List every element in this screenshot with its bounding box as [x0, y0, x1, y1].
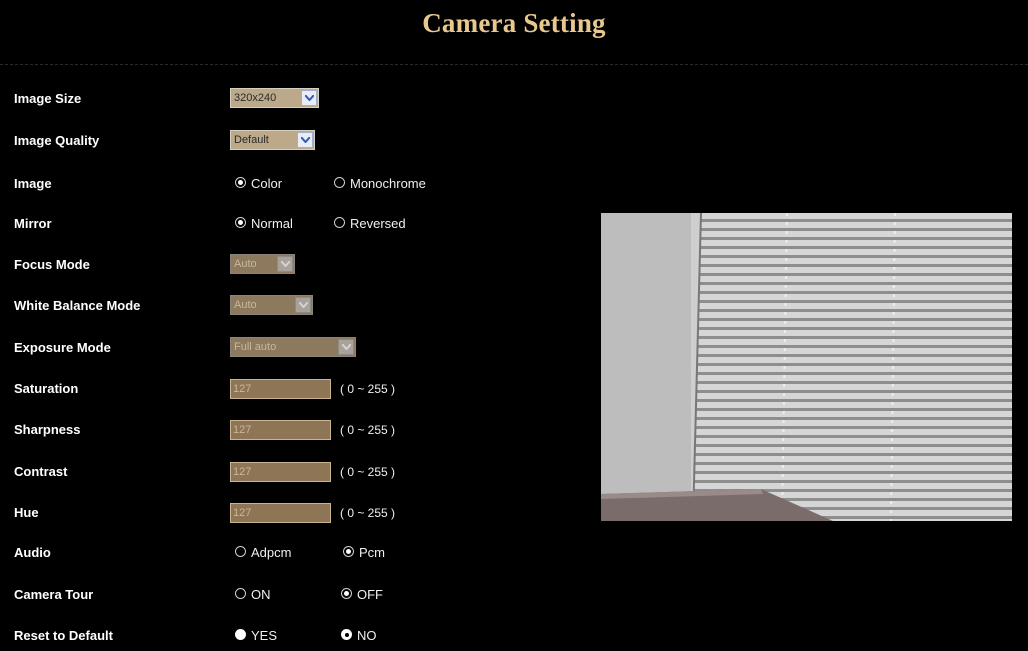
white-balance-value: Auto	[234, 299, 257, 311]
image-quality-value: Default	[234, 134, 269, 146]
camera-tour-label: Camera Tour	[14, 587, 94, 602]
chevron-down-icon[interactable]	[297, 132, 313, 148]
image-quality-select[interactable]: Default	[230, 130, 315, 150]
exposure-mode-row: Exposure Mode Full auto	[0, 333, 600, 363]
audio-pcm-label: Pcm	[359, 545, 385, 560]
chevron-down-icon	[277, 256, 293, 272]
radio-checked-icon	[341, 588, 352, 599]
camera-tour-row: Camera Tour ON OFF	[0, 580, 600, 610]
saturation-input[interactable]: 127	[230, 379, 331, 399]
reset-label: Reset to Default	[14, 628, 113, 643]
sharpness-range: ( 0 ~ 255 )	[340, 423, 396, 437]
focus-mode-label: Focus Mode	[14, 257, 90, 272]
focus-mode-value: Auto	[234, 258, 257, 270]
image-quality-label: Image Quality	[14, 133, 100, 148]
contrast-row: Contrast 127 ( 0 ~ 255 )	[0, 457, 600, 487]
camera-preview-image	[601, 213, 1012, 521]
sharpness-input[interactable]: 127	[230, 420, 331, 440]
focus-mode-row: Focus Mode Auto	[0, 250, 600, 280]
radio-checked-icon	[343, 546, 354, 557]
camera-preview	[601, 213, 1012, 521]
radio-checked-icon	[235, 217, 246, 228]
white-balance-label: White Balance Mode	[14, 298, 141, 313]
image-color-label: Color	[251, 176, 283, 191]
audio-row: Audio Adpcm Pcm	[0, 538, 600, 568]
radio-unchecked-icon	[334, 217, 345, 228]
mirror-label: Mirror	[14, 216, 52, 231]
image-mode-row: Image Color Monochrome	[0, 169, 600, 199]
image-quality-row: Image Quality Default	[0, 126, 600, 156]
image-size-row: Image Size 320x240	[0, 84, 600, 114]
radio-unchecked-icon	[235, 546, 246, 557]
chevron-down-icon[interactable]	[301, 90, 317, 106]
radio-unchecked-icon	[334, 177, 345, 188]
title-bar: Camera Setting	[0, 0, 1028, 65]
image-mode-label: Image	[14, 176, 52, 191]
chevron-down-icon	[338, 339, 354, 355]
radio-unchecked-icon	[235, 588, 246, 599]
camera-tour-off-label: OFF	[357, 587, 383, 602]
sharpness-row: Sharpness 127 ( 0 ~ 255 )	[0, 415, 600, 445]
saturation-range: ( 0 ~ 255 )	[340, 382, 396, 396]
exposure-mode-select[interactable]: Full auto	[230, 337, 356, 357]
mirror-reversed-label: Reversed	[350, 216, 406, 231]
radio-unchecked-icon	[235, 629, 246, 640]
radio-checked-icon	[341, 629, 352, 640]
mirror-row: Mirror Normal Reversed	[0, 209, 600, 239]
hue-input[interactable]: 127	[230, 503, 331, 523]
contrast-label: Contrast	[14, 464, 68, 479]
hue-row: Hue 127 ( 0 ~ 255 )	[0, 498, 600, 528]
audio-adpcm-label: Adpcm	[251, 545, 292, 560]
image-size-value: 320x240	[234, 92, 277, 104]
camera-tour-on-label: ON	[251, 587, 271, 602]
focus-mode-select[interactable]: Auto	[230, 254, 295, 274]
sharpness-label: Sharpness	[14, 422, 81, 437]
saturation-row: Saturation 127 ( 0 ~ 255 )	[0, 374, 600, 404]
image-size-select[interactable]: 320x240	[230, 88, 319, 108]
exposure-mode-label: Exposure Mode	[14, 340, 111, 355]
white-balance-row: White Balance Mode Auto	[0, 291, 600, 321]
saturation-label: Saturation	[14, 381, 79, 396]
reset-yes-label: YES	[251, 628, 278, 643]
image-monochrome-label: Monochrome	[350, 176, 426, 191]
exposure-mode-value: Full auto	[234, 341, 277, 353]
hue-label: Hue	[14, 505, 39, 520]
hue-range: ( 0 ~ 255 )	[340, 506, 396, 520]
image-size-label: Image Size	[14, 91, 82, 106]
radio-checked-icon	[235, 177, 246, 188]
reset-no-label: NO	[357, 628, 377, 643]
contrast-range: ( 0 ~ 255 )	[340, 465, 396, 479]
audio-label: Audio	[14, 545, 51, 560]
contrast-input[interactable]: 127	[230, 462, 331, 482]
page-title: Camera Setting	[422, 8, 606, 38]
mirror-normal-label: Normal	[251, 216, 293, 231]
chevron-down-icon	[295, 297, 311, 313]
reset-row: Reset to Default YES NO	[0, 621, 600, 651]
white-balance-select[interactable]: Auto	[230, 295, 313, 315]
